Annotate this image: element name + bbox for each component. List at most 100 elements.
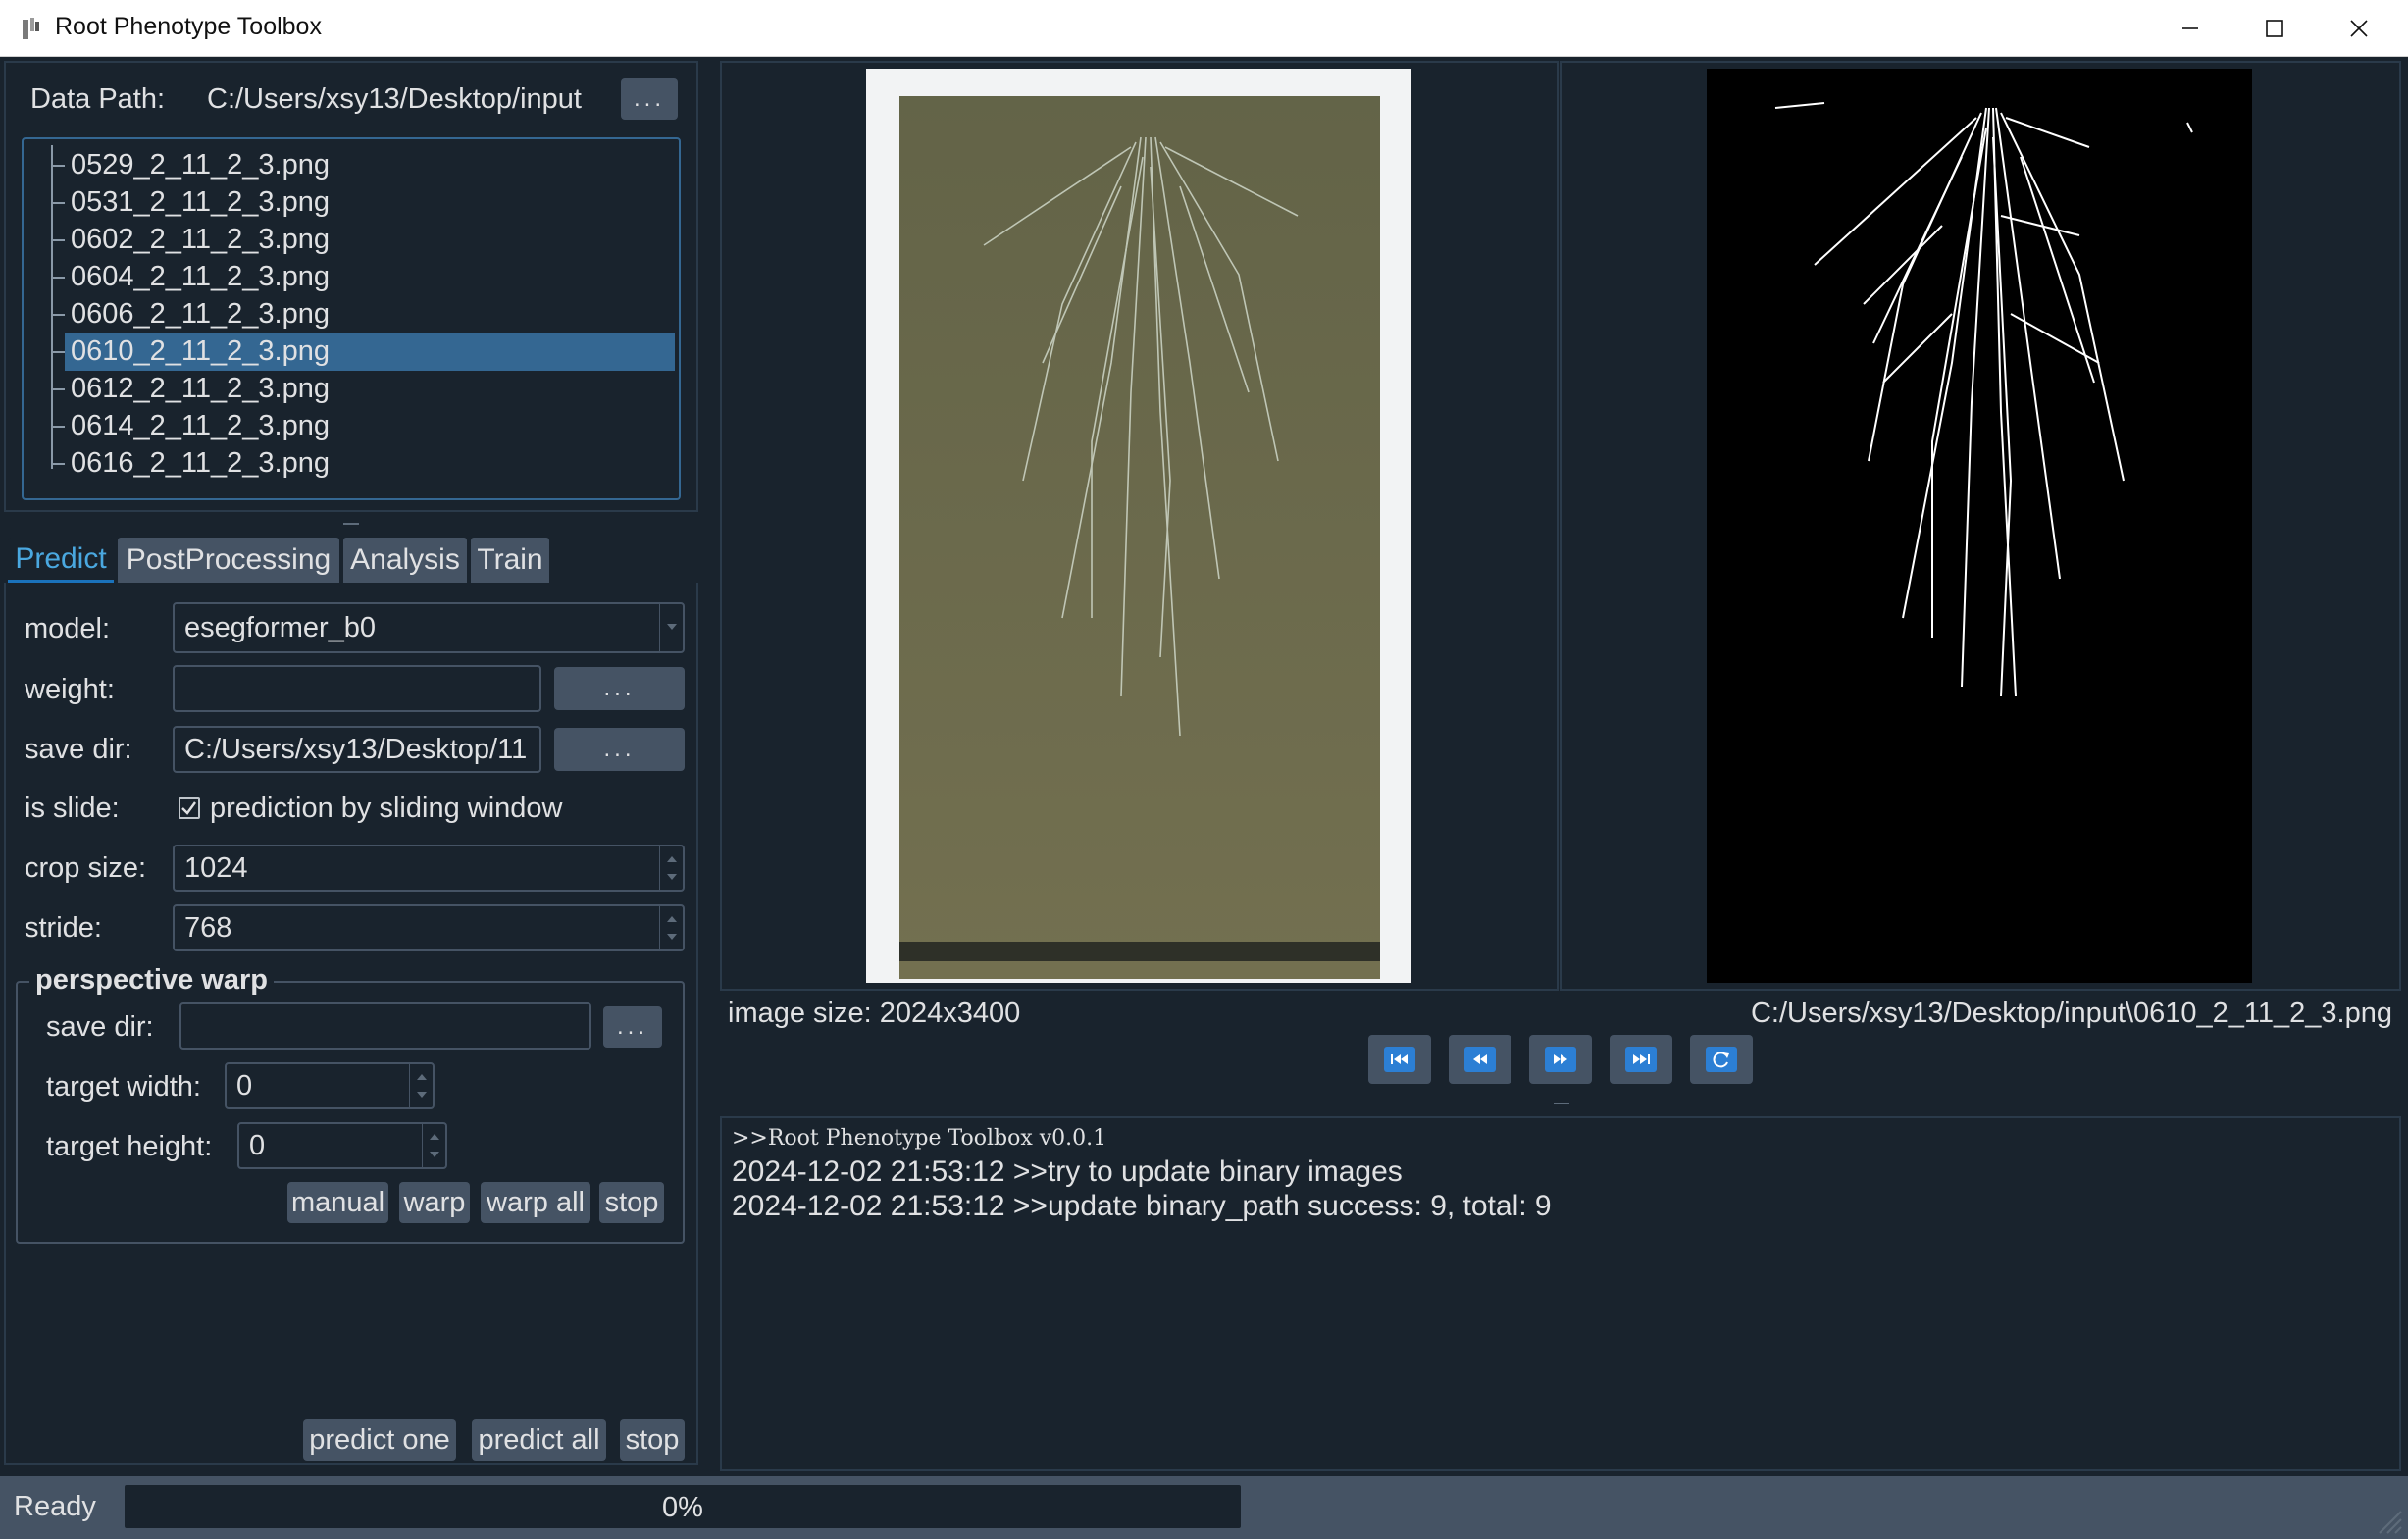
raw-root-image[interactable] <box>866 69 1411 983</box>
file-tree-item[interactable]: 0602_2_11_2_3.png <box>24 222 679 259</box>
stride-stepper[interactable] <box>659 906 683 949</box>
stride-label: stride: <box>25 912 102 944</box>
file-tree-item[interactable]: 0604_2_11_2_3.png <box>24 259 679 296</box>
file-name: 0612_2_11_2_3.png <box>71 373 330 404</box>
manual-button[interactable]: manual <box>287 1182 388 1223</box>
data-path-label: Data Path: <box>30 83 166 115</box>
file-name: 0616_2_11_2_3.png <box>71 447 330 479</box>
tree-branch <box>51 202 65 204</box>
target-width-label: target width: <box>46 1071 201 1103</box>
resize-grip-icon[interactable] <box>2374 1506 2403 1535</box>
title-bar: Root Phenotype Toolbox <box>0 0 2408 57</box>
file-name: 0604_2_11_2_3.png <box>71 261 330 292</box>
log-line: 2024-12-02 21:53:12 >>update binary_path… <box>732 1190 1552 1222</box>
window-title: Root Phenotype Toolbox <box>55 13 322 40</box>
predict-one-button[interactable]: predict one <box>303 1419 456 1461</box>
vertical-splitter[interactable] <box>698 61 720 1469</box>
next-image-button[interactable] <box>1529 1035 1592 1084</box>
file-tree-item[interactable]: 0529_2_11_2_3.png <box>24 147 679 184</box>
is-slide-label: is slide: <box>25 793 120 824</box>
file-name: 0602_2_11_2_3.png <box>71 224 330 255</box>
tree-branch <box>51 351 65 353</box>
warp-all-button[interactable]: warp all <box>481 1182 590 1223</box>
stride-spinbox[interactable]: 768 <box>173 904 685 951</box>
maximize-button[interactable] <box>2232 0 2317 57</box>
status-text: Ready <box>14 1491 96 1522</box>
file-tree-item[interactable]: 0612_2_11_2_3.png <box>24 371 679 408</box>
image-size-text: image size: 2024x3400 <box>728 998 1021 1029</box>
save-dir-input[interactable]: C:/Users/xsy13/Desktop/11 <box>173 726 541 773</box>
image-path-text: C:/Users/xsy13/Desktop/input\0610_2_11_2… <box>1750 998 2392 1029</box>
perspective-warp-title: perspective warp <box>29 964 274 997</box>
tree-branch <box>51 426 65 428</box>
binary-mask-image[interactable] <box>1707 69 2252 983</box>
file-name: 0606_2_11_2_3.png <box>71 298 330 330</box>
refresh-icon <box>1713 1052 1729 1068</box>
weight-input[interactable] <box>173 665 541 712</box>
progress-text: 0% <box>662 1492 703 1523</box>
previous-image-button[interactable] <box>1449 1035 1511 1084</box>
log-line: 2024-12-02 21:53:12 >>try to update bina… <box>732 1155 1403 1188</box>
tab-postprocessing[interactable]: PostProcessing <box>118 538 339 583</box>
warp-save-dir-input[interactable] <box>179 1002 591 1050</box>
warp-save-dir-browse-button[interactable]: ... <box>603 1006 662 1048</box>
weight-browse-button[interactable]: ... <box>554 667 685 710</box>
warp-save-dir-label: save dir: <box>46 1011 154 1043</box>
model-dropdown-arrow <box>659 604 683 651</box>
warp-stop-button[interactable]: stop <box>599 1182 664 1223</box>
close-icon <box>2350 20 2368 37</box>
tree-branch <box>51 277 65 279</box>
first-icon <box>1391 1054 1408 1064</box>
minimize-button[interactable] <box>2148 0 2232 57</box>
first-image-button[interactable] <box>1368 1035 1431 1084</box>
close-button[interactable] <box>2317 0 2401 57</box>
tab-predict[interactable]: Predict <box>8 538 114 583</box>
last-image-button[interactable] <box>1610 1035 1672 1084</box>
file-name: 0531_2_11_2_3.png <box>71 186 330 218</box>
crop-size-stepper[interactable] <box>659 846 683 890</box>
file-name: 0529_2_11_2_3.png <box>71 149 330 180</box>
file-tree-item[interactable]: 0616_2_11_2_3.png <box>24 445 679 483</box>
file-tree-item[interactable]: 0614_2_11_2_3.png <box>24 408 679 445</box>
raw-root-photo <box>866 69 1411 983</box>
tree-branch <box>51 239 65 241</box>
file-name: 0610_2_11_2_3.png <box>71 335 330 367</box>
app-icon <box>23 18 39 39</box>
model-select[interactable]: esegformer_b0 <box>173 602 685 653</box>
data-path-browse-button[interactable]: ... <box>621 78 678 120</box>
maximize-icon <box>2266 20 2283 37</box>
tree-branch <box>51 388 65 390</box>
save-dir-label: save dir: <box>25 734 132 765</box>
crop-size-label: crop size: <box>25 852 147 884</box>
file-tree-item[interactable]: 0610_2_11_2_3.png <box>24 333 679 371</box>
splitter-handle[interactable] <box>343 523 359 525</box>
tab-analysis[interactable]: Analysis <box>343 538 467 583</box>
warp-button[interactable]: warp <box>399 1182 470 1223</box>
previous-icon <box>1473 1054 1487 1064</box>
target-width-stepper[interactable] <box>409 1064 433 1107</box>
file-tree[interactable]: 0529_2_11_2_3.png 0531_2_11_2_3.png 0602_2… <box>22 137 681 500</box>
file-tree-item[interactable]: 0606_2_11_2_3.png <box>24 296 679 333</box>
predict-stop-button[interactable]: stop <box>620 1419 685 1461</box>
model-value: esegformer_b0 <box>184 611 377 643</box>
target-width-spinbox[interactable]: 0 <box>225 1062 435 1109</box>
sliding-window-checkbox[interactable] <box>179 797 200 819</box>
crop-size-spinbox[interactable]: 1024 <box>173 845 685 892</box>
save-dir-browse-button[interactable]: ... <box>554 728 685 771</box>
binary-mask-drawing <box>1707 69 2252 983</box>
next-icon <box>1554 1054 1567 1064</box>
target-height-stepper[interactable] <box>422 1124 445 1167</box>
predict-all-button[interactable]: predict all <box>472 1419 606 1461</box>
target-height-spinbox[interactable]: 0 <box>237 1122 447 1169</box>
sliding-window-text: prediction by sliding window <box>210 793 563 824</box>
tree-branch <box>51 314 65 316</box>
file-tree-item[interactable]: 0531_2_11_2_3.png <box>24 184 679 222</box>
refresh-button[interactable] <box>1690 1035 1753 1084</box>
progress-bar: 0% <box>123 1483 1243 1530</box>
target-height-label: target height: <box>46 1131 213 1162</box>
model-label: model: <box>25 613 111 644</box>
tree-branch <box>51 165 65 167</box>
tab-train[interactable]: Train <box>471 538 549 583</box>
log-splitter-handle[interactable] <box>1554 1103 1569 1104</box>
log-line-header: >>Root Phenotype Toolbox v0.0.1 <box>732 1126 1107 1151</box>
